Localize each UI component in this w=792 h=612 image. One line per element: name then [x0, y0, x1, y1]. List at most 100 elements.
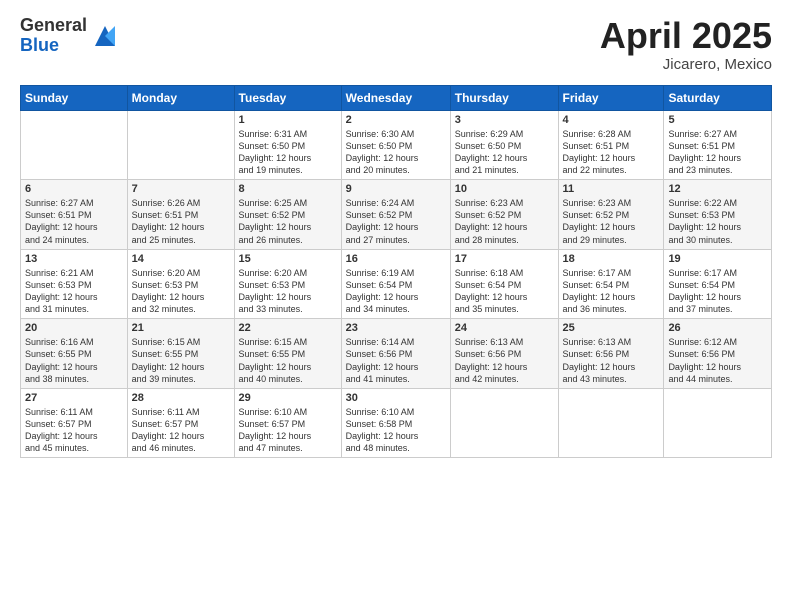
calendar-cell [664, 388, 772, 458]
calendar-cell [21, 110, 128, 180]
header: General Blue April 2025 Jicarero, Mexico [20, 16, 772, 73]
day-info: Sunrise: 6:14 AMSunset: 6:56 PMDaylight:… [346, 336, 446, 385]
day-info: Sunrise: 6:28 AMSunset: 6:51 PMDaylight:… [563, 128, 660, 177]
calendar-cell: 19 Sunrise: 6:17 AMSunset: 6:54 PMDayligh… [664, 249, 772, 319]
day-info: Sunrise: 6:25 AMSunset: 6:52 PMDaylight:… [239, 197, 337, 246]
calendar-cell: 14 Sunrise: 6:20 AMSunset: 6:53 PMDayligh… [127, 249, 234, 319]
day-number: 25 [563, 322, 660, 334]
page: General Blue April 2025 Jicarero, Mexico… [0, 0, 792, 612]
calendar-table: SundayMondayTuesdayWednesdayThursdayFrid… [20, 85, 772, 459]
calendar-cell: 7 Sunrise: 6:26 AMSunset: 6:51 PMDaylight… [127, 180, 234, 250]
calendar-header-row: SundayMondayTuesdayWednesdayThursdayFrid… [21, 85, 772, 110]
day-number: 5 [668, 114, 767, 126]
calendar-cell: 13 Sunrise: 6:21 AMSunset: 6:53 PMDayligh… [21, 249, 128, 319]
calendar-cell: 15 Sunrise: 6:20 AMSunset: 6:53 PMDayligh… [234, 249, 341, 319]
day-info: Sunrise: 6:15 AMSunset: 6:55 PMDaylight:… [239, 336, 337, 385]
calendar-cell: 26 Sunrise: 6:12 AMSunset: 6:56 PMDayligh… [664, 319, 772, 389]
day-number: 29 [239, 392, 337, 404]
day-info: Sunrise: 6:31 AMSunset: 6:50 PMDaylight:… [239, 128, 337, 177]
calendar-week-2: 6 Sunrise: 6:27 AMSunset: 6:51 PMDaylight… [21, 180, 772, 250]
col-header-thursday: Thursday [450, 85, 558, 110]
calendar-week-4: 20Sunrise: 6:16 AMSunset: 6:55 PMDayligh… [21, 319, 772, 389]
day-info: Sunrise: 6:23 AMSunset: 6:52 PMDaylight:… [455, 197, 554, 246]
day-number: 12 [668, 183, 767, 195]
calendar-cell [558, 388, 664, 458]
calendar-cell: 28 Sunrise: 6:11 AMSunset: 6:57 PMDayligh… [127, 388, 234, 458]
day-number: 14 [132, 253, 230, 265]
day-number: 24 [455, 322, 554, 334]
day-info: Sunrise: 6:24 AMSunset: 6:52 PMDaylight:… [346, 197, 446, 246]
calendar-cell: 1 Sunrise: 6:31 AMSunset: 6:50 PMDaylight… [234, 110, 341, 180]
day-info: Sunrise: 6:11 AMSunset: 6:57 PMDaylight:… [132, 406, 230, 455]
day-info: Sunrise: 6:27 AMSunset: 6:51 PMDaylight:… [668, 128, 767, 177]
day-number: 16 [346, 253, 446, 265]
calendar-cell: 12 Sunrise: 6:22 AMSunset: 6:53 PMDayligh… [664, 180, 772, 250]
calendar-cell: 27Sunrise: 6:11 AMSunset: 6:57 PMDayligh… [21, 388, 128, 458]
col-header-friday: Friday [558, 85, 664, 110]
day-info: Sunrise: 6:27 AMSunset: 6:51 PMDaylight:… [25, 197, 123, 246]
day-info: Sunrise: 6:20 AMSunset: 6:53 PMDaylight:… [239, 267, 337, 316]
calendar-cell: 2 Sunrise: 6:30 AMSunset: 6:50 PMDaylight… [341, 110, 450, 180]
day-number: 22 [239, 322, 337, 334]
day-info: Sunrise: 6:17 AMSunset: 6:54 PMDaylight:… [668, 267, 767, 316]
day-info: Sunrise: 6:13 AMSunset: 6:56 PMDaylight:… [563, 336, 660, 385]
calendar-cell: 17 Sunrise: 6:18 AMSunset: 6:54 PMDayligh… [450, 249, 558, 319]
day-info: Sunrise: 6:11 AMSunset: 6:57 PMDaylight:… [25, 406, 123, 455]
logo-icon [91, 22, 119, 50]
day-info: Sunrise: 6:30 AMSunset: 6:50 PMDaylight:… [346, 128, 446, 177]
day-info: Sunrise: 6:29 AMSunset: 6:50 PMDaylight:… [455, 128, 554, 177]
day-number: 21 [132, 322, 230, 334]
day-number: 19 [668, 253, 767, 265]
day-number: 15 [239, 253, 337, 265]
day-number: 13 [25, 253, 123, 265]
day-number: 1 [239, 114, 337, 126]
calendar-week-1: 1 Sunrise: 6:31 AMSunset: 6:50 PMDaylight… [21, 110, 772, 180]
day-number: 3 [455, 114, 554, 126]
day-info: Sunrise: 6:15 AMSunset: 6:55 PMDaylight:… [132, 336, 230, 385]
month-title: April 2025 [600, 16, 772, 56]
calendar-cell: 23Sunrise: 6:14 AMSunset: 6:56 PMDayligh… [341, 319, 450, 389]
calendar-cell: 11Sunrise: 6:23 AMSunset: 6:52 PMDayligh… [558, 180, 664, 250]
col-header-monday: Monday [127, 85, 234, 110]
day-number: 9 [346, 183, 446, 195]
day-info: Sunrise: 6:23 AMSunset: 6:52 PMDaylight:… [563, 197, 660, 246]
day-number: 17 [455, 253, 554, 265]
col-header-tuesday: Tuesday [234, 85, 341, 110]
calendar-cell: 9 Sunrise: 6:24 AMSunset: 6:52 PMDaylight… [341, 180, 450, 250]
day-number: 28 [132, 392, 230, 404]
day-info: Sunrise: 6:26 AMSunset: 6:51 PMDaylight:… [132, 197, 230, 246]
calendar-cell: 25 Sunrise: 6:13 AMSunset: 6:56 PMDayligh… [558, 319, 664, 389]
calendar-cell: 8Sunrise: 6:25 AMSunset: 6:52 PMDaylight… [234, 180, 341, 250]
day-number: 10 [455, 183, 554, 195]
calendar-cell: 16Sunrise: 6:19 AMSunset: 6:54 PMDayligh… [341, 249, 450, 319]
logo-general: General [20, 16, 87, 36]
col-header-sunday: Sunday [21, 85, 128, 110]
day-info: Sunrise: 6:12 AMSunset: 6:56 PMDaylight:… [668, 336, 767, 385]
day-info: Sunrise: 6:16 AMSunset: 6:55 PMDaylight:… [25, 336, 123, 385]
day-number: 4 [563, 114, 660, 126]
day-number: 2 [346, 114, 446, 126]
day-info: Sunrise: 6:21 AMSunset: 6:53 PMDaylight:… [25, 267, 123, 316]
calendar-cell [127, 110, 234, 180]
day-number: 7 [132, 183, 230, 195]
calendar-cell: 18Sunrise: 6:17 AMSunset: 6:54 PMDayligh… [558, 249, 664, 319]
title-block: April 2025 Jicarero, Mexico [600, 16, 772, 73]
calendar-cell: 5 Sunrise: 6:27 AMSunset: 6:51 PMDaylight… [664, 110, 772, 180]
day-info: Sunrise: 6:18 AMSunset: 6:54 PMDaylight:… [455, 267, 554, 316]
calendar-cell: 4 Sunrise: 6:28 AMSunset: 6:51 PMDaylight… [558, 110, 664, 180]
col-header-wednesday: Wednesday [341, 85, 450, 110]
calendar-cell [450, 388, 558, 458]
day-number: 26 [668, 322, 767, 334]
logo: General Blue [20, 16, 119, 56]
calendar-cell: 29Sunrise: 6:10 AMSunset: 6:57 PMDayligh… [234, 388, 341, 458]
calendar-cell: 10 Sunrise: 6:23 AMSunset: 6:52 PMDayligh… [450, 180, 558, 250]
day-number: 30 [346, 392, 446, 404]
day-info: Sunrise: 6:20 AMSunset: 6:53 PMDaylight:… [132, 267, 230, 316]
calendar-cell: 6 Sunrise: 6:27 AMSunset: 6:51 PMDaylight… [21, 180, 128, 250]
day-number: 6 [25, 183, 123, 195]
calendar-cell: 3 Sunrise: 6:29 AMSunset: 6:50 PMDaylight… [450, 110, 558, 180]
day-info: Sunrise: 6:22 AMSunset: 6:53 PMDaylight:… [668, 197, 767, 246]
calendar-week-3: 13 Sunrise: 6:21 AMSunset: 6:53 PMDayligh… [21, 249, 772, 319]
calendar-week-5: 27Sunrise: 6:11 AMSunset: 6:57 PMDayligh… [21, 388, 772, 458]
calendar-cell: 20Sunrise: 6:16 AMSunset: 6:55 PMDayligh… [21, 319, 128, 389]
